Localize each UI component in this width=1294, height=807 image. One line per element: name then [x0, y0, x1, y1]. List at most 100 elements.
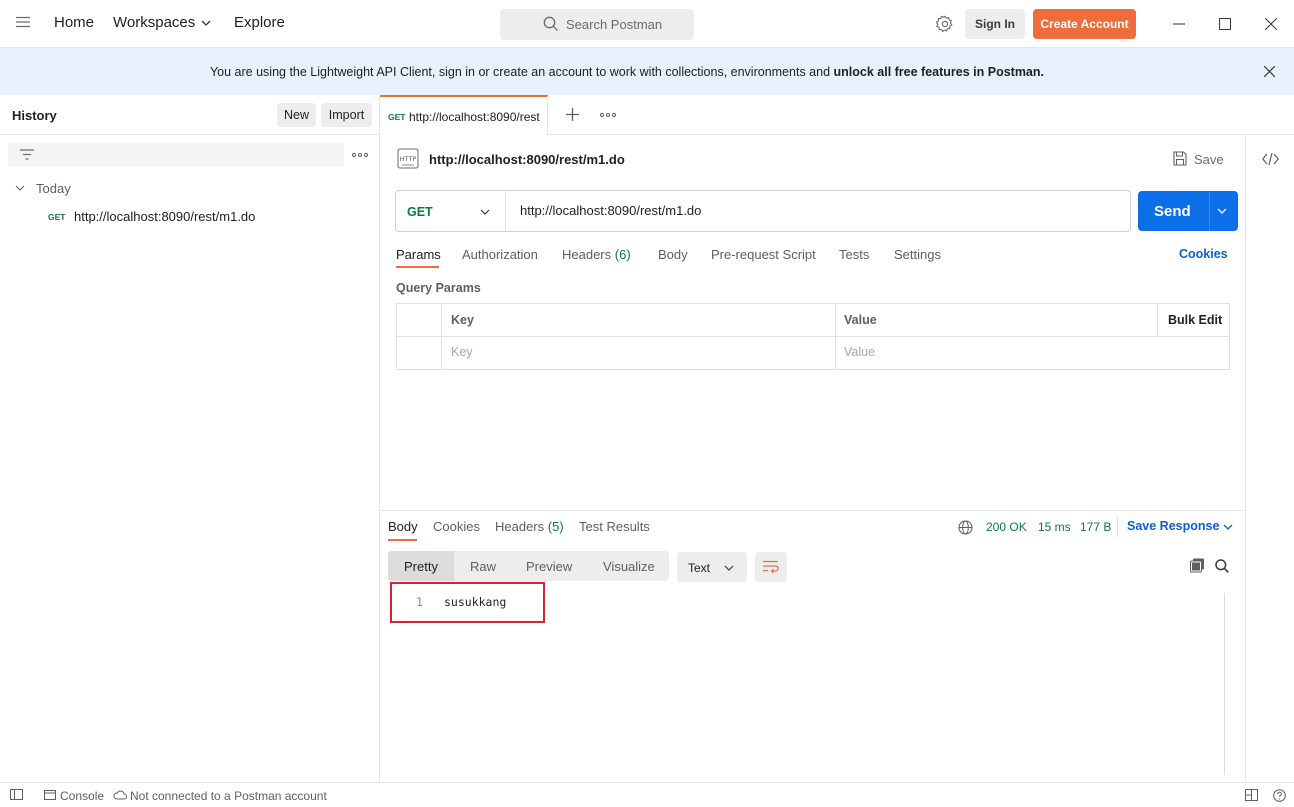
tab-prerequest-script[interactable]: Pre-request Script: [711, 247, 816, 262]
banner-text: You are using the Lightweight API Client…: [209, 65, 831, 79]
save-response-button[interactable]: Save Response: [1127, 519, 1219, 533]
maximize-icon[interactable]: [1219, 18, 1231, 30]
response-headers-count: (5): [547, 519, 564, 534]
chevron-down-icon[interactable]: [15, 185, 25, 191]
connection-status[interactable]: Not connected to a Postman account: [130, 789, 327, 803]
import-button[interactable]: Import: [321, 103, 372, 127]
toggle-sidebar-icon[interactable]: [10, 789, 23, 800]
key-column-header: Key: [451, 313, 474, 327]
http-request-icon: HTTP: [397, 146, 421, 170]
save-icon[interactable]: [1173, 151, 1187, 166]
status-bar: Console Not connected to a Postman accou…: [0, 782, 1294, 807]
close-window-icon[interactable]: [1265, 18, 1277, 30]
gear-icon[interactable]: [936, 15, 954, 33]
nav-workspaces[interactable]: Workspaces: [113, 14, 195, 31]
format-value: Text: [688, 561, 711, 575]
copy-icon[interactable]: [1190, 558, 1205, 573]
tab-label: http://localhost:8090/rest: [409, 110, 540, 124]
more-options-icon[interactable]: [352, 153, 368, 157]
tab-method-badge: GET: [388, 112, 406, 122]
lightweight-client-banner: You are using the Lightweight API Client…: [0, 48, 1294, 95]
close-icon[interactable]: [1264, 66, 1275, 77]
console-button[interactable]: Console: [60, 789, 104, 803]
response-size[interactable]: 177 B: [1080, 520, 1111, 534]
send-button[interactable]: Send: [1138, 191, 1238, 231]
search-placeholder: Search Postman: [566, 17, 663, 32]
column-divider: [835, 304, 836, 369]
status-code[interactable]: 200 OK: [986, 520, 1027, 534]
url-bar: GET http://localhost:8090/rest/m1.do: [395, 190, 1131, 232]
view-visualize[interactable]: Visualize: [603, 559, 655, 574]
method-select[interactable]: GET: [396, 191, 506, 231]
tab-body[interactable]: Body: [658, 247, 688, 262]
cookies-link[interactable]: Cookies: [1179, 247, 1228, 261]
nav-home[interactable]: Home: [54, 14, 94, 31]
nav-explore[interactable]: Explore: [234, 14, 285, 31]
add-tab-icon[interactable]: [566, 108, 579, 121]
tab-headers[interactable]: Headers (6): [562, 247, 631, 262]
tab-headers-count: (6): [614, 247, 631, 262]
history-item-url: http://localhost:8090/rest/m1.do: [74, 209, 256, 224]
value-input[interactable]: Value: [844, 345, 875, 359]
minimize-icon[interactable]: [1173, 23, 1185, 25]
response-view-modes: Pretty Raw Preview Visualize: [388, 551, 669, 581]
chevron-down-icon[interactable]: [1217, 208, 1227, 214]
sign-in-button[interactable]: Sign In: [965, 9, 1025, 39]
menu-icon[interactable]: [16, 16, 30, 28]
view-preview[interactable]: Preview: [526, 559, 572, 574]
url-input[interactable]: http://localhost:8090/rest/m1.do: [520, 203, 701, 218]
right-sidebar: [1245, 135, 1294, 782]
create-account-button[interactable]: Create Account: [1033, 9, 1136, 39]
chevron-down-icon: [480, 209, 490, 215]
response-tab-test-results[interactable]: Test Results: [579, 519, 650, 534]
history-filter-input[interactable]: [8, 143, 344, 167]
help-icon[interactable]: [1273, 789, 1286, 802]
active-tab-indicator: [388, 539, 417, 541]
response-divider[interactable]: [380, 510, 1245, 511]
response-tab-body[interactable]: Body: [388, 519, 418, 534]
chevron-down-icon[interactable]: [1223, 524, 1233, 530]
layout-icon[interactable]: [1245, 789, 1258, 801]
request-title[interactable]: http://localhost:8090/rest/m1.do: [429, 152, 625, 167]
history-group-today[interactable]: Today: [36, 181, 71, 196]
search-icon: [543, 16, 559, 32]
active-tab-indicator: [396, 266, 439, 268]
format-select[interactable]: Text: [677, 552, 747, 582]
code-icon[interactable]: [1262, 153, 1279, 165]
save-button[interactable]: Save: [1194, 152, 1224, 167]
history-item[interactable]: GET http://localhost:8090/rest/m1.do: [0, 205, 379, 229]
globe-icon[interactable]: [958, 520, 973, 535]
response-time[interactable]: 15 ms: [1038, 520, 1071, 534]
view-pretty-label: Pretty: [404, 559, 438, 574]
chevron-down-icon[interactable]: [201, 20, 211, 26]
tab-authorization[interactable]: Authorization: [462, 247, 538, 262]
wrap-lines-icon: [763, 560, 779, 574]
chevron-down-icon: [724, 565, 734, 571]
tab-settings[interactable]: Settings: [894, 247, 941, 262]
wrap-lines-button[interactable]: [755, 552, 787, 582]
bulk-edit-button[interactable]: Bulk Edit: [1168, 313, 1222, 327]
more-tabs-icon[interactable]: [600, 113, 616, 117]
query-params-title: Query Params: [396, 281, 481, 295]
response-tab-headers[interactable]: Headers (5): [495, 519, 564, 534]
tab-params[interactable]: Params: [396, 247, 441, 262]
view-pretty[interactable]: Pretty: [388, 551, 454, 581]
response-body-text[interactable]: susukkang: [444, 595, 506, 609]
new-button[interactable]: New: [277, 103, 316, 127]
value-column-header: Value: [844, 313, 877, 327]
tab-tests[interactable]: Tests: [839, 247, 869, 262]
response-scrollbar[interactable]: [1224, 593, 1225, 775]
key-input[interactable]: Key: [451, 345, 473, 359]
column-divider: [1157, 304, 1158, 336]
tab-headers-label: Headers: [562, 247, 612, 262]
request-tab[interactable]: GET http://localhost:8090/rest: [380, 95, 548, 135]
view-raw[interactable]: Raw: [470, 559, 496, 574]
sidebar-header: History New Import: [0, 95, 379, 135]
send-label: Send: [1154, 203, 1191, 220]
response-tab-cookies[interactable]: Cookies: [433, 519, 480, 534]
send-divider: [1209, 191, 1210, 231]
banner-bold-link[interactable]: unlock all free features in Postman.: [834, 65, 1044, 79]
search-icon[interactable]: [1215, 559, 1229, 573]
banner-message: You are using the Lightweight API Client…: [0, 65, 1254, 79]
search-input[interactable]: Search Postman: [500, 9, 694, 40]
